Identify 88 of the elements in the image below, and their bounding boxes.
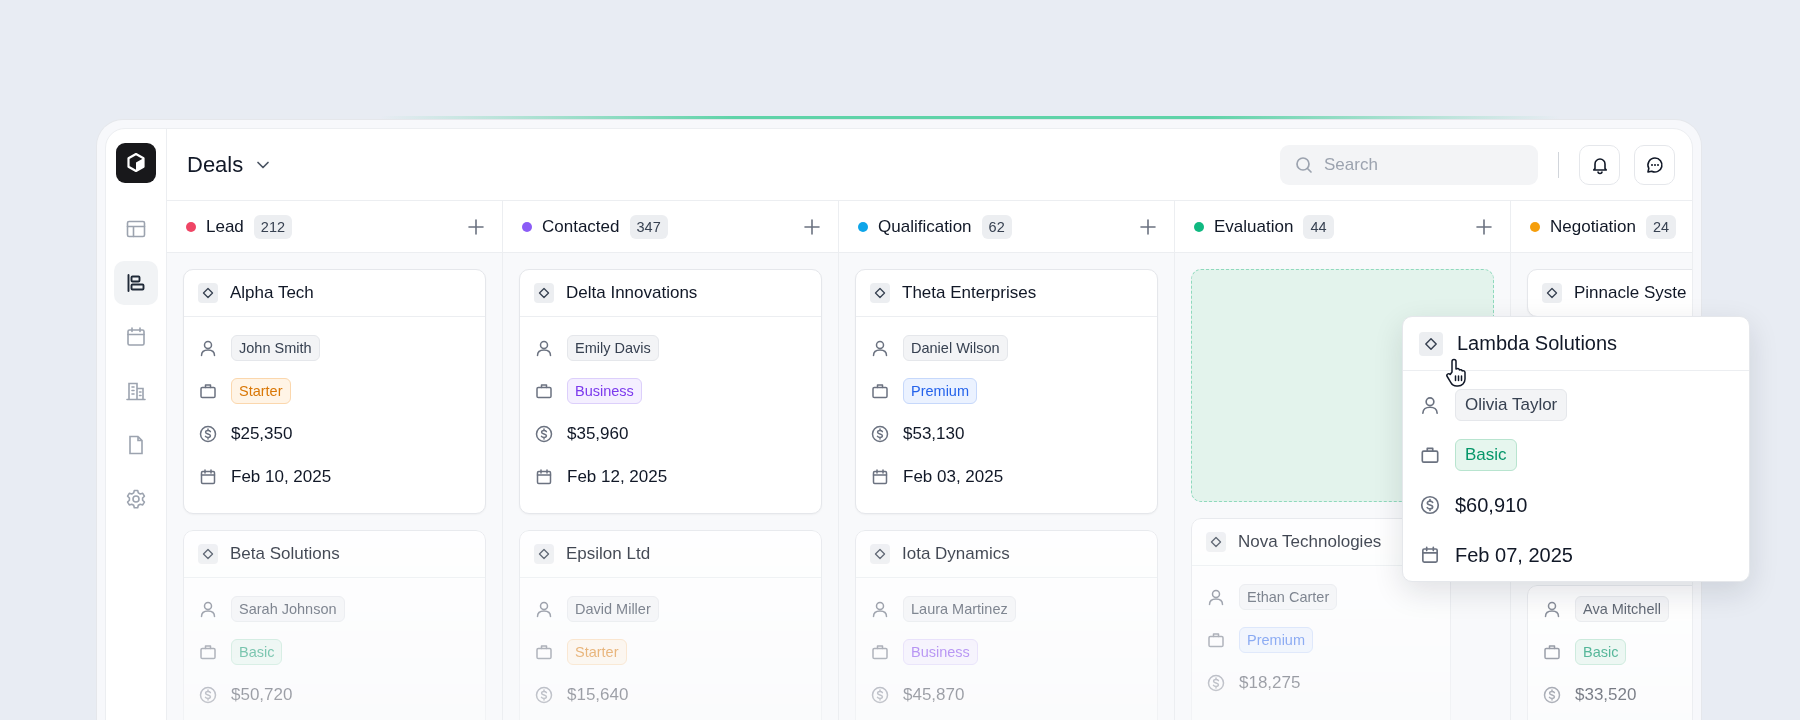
plus-icon — [802, 216, 822, 237]
contact-chip: David Miller — [567, 595, 659, 622]
deal-card[interactable]: Iota Dynamics Laura Martinez Business $45,870 — [855, 530, 1158, 720]
deal-amount: $15,640 — [567, 684, 629, 705]
notifications-button[interactable] — [1579, 144, 1620, 185]
deal-card[interactable]: Delta Innovations Emily Davis Business $35,960 Feb 12, 2025 — [519, 269, 822, 514]
contact-chip: John Smith — [231, 334, 320, 361]
plan-tag: Basic — [1575, 638, 1627, 665]
count-badge: 24 — [1646, 214, 1677, 239]
calendar-icon — [534, 466, 554, 487]
plan-tag: Business — [903, 638, 978, 665]
calendar-icon — [198, 466, 218, 487]
deal-amount: $50,720 — [231, 684, 293, 705]
dollar-icon — [1206, 672, 1226, 693]
dollar-icon — [1419, 494, 1441, 516]
plan-tag: Basic — [1455, 439, 1517, 471]
deal-amount: $35,960 — [567, 423, 629, 444]
deal-amount: $53,130 — [903, 423, 965, 444]
deal-amount: $33,520 — [1575, 684, 1637, 705]
plan-tag: Starter — [567, 638, 627, 665]
deal-card[interactable]: Pinnacle Syste — [1527, 269, 1692, 317]
count-badge: 62 — [981, 214, 1012, 239]
deal-date: Feb 03, 2025 — [903, 466, 1004, 487]
cube-logo — [116, 143, 156, 183]
deal-title: Delta Innovations — [566, 283, 698, 303]
column-title: Contacted — [542, 216, 620, 237]
contact-chip: Daniel Wilson — [903, 334, 1008, 361]
count-badge: 347 — [629, 214, 668, 239]
deal-title: Iota Dynamics — [902, 544, 1010, 564]
person-icon — [1419, 394, 1441, 416]
plan-tag: Basic — [231, 638, 283, 665]
column-title: Lead — [206, 216, 244, 237]
deal-title: Nova Technologies — [1238, 532, 1382, 552]
contact-chip: Emily Davis — [567, 334, 659, 361]
calendar-icon — [870, 466, 890, 487]
column-title: Negotiation — [1550, 216, 1636, 237]
contact-chip: Sarah Johnson — [231, 595, 345, 622]
plus-icon — [1474, 216, 1494, 237]
deal-card[interactable]: Nova Technologies Ethan Carter Premium $18,275 — [1191, 518, 1451, 720]
plan-tag: Premium — [903, 377, 977, 404]
search-icon — [1294, 154, 1314, 175]
deal-title: Theta Enterprises — [902, 283, 1037, 303]
chat-bubble-icon — [1644, 154, 1665, 175]
settings-icon — [124, 487, 148, 511]
plan-tag: Premium — [1239, 626, 1313, 653]
sidebar-item[interactable] — [114, 261, 158, 305]
dollar-icon — [198, 684, 218, 705]
messages-button[interactable] — [1634, 144, 1675, 185]
deal-amount: $60,910 — [1455, 493, 1528, 517]
deal-date: Feb 10, 2025 — [231, 466, 332, 487]
dollar-icon — [870, 423, 890, 444]
plus-icon — [466, 216, 486, 237]
contact-chip: Ethan Carter — [1239, 583, 1338, 610]
deal-card[interactable]: Epsilon Ltd David Miller Starter $15,640 — [519, 530, 822, 720]
deal-card[interactable]: Alpha Tech John Smith Starter $25,350 Feb 10, 2025 — [183, 269, 486, 514]
plus-icon — [1138, 216, 1158, 237]
dollar-icon — [198, 423, 218, 444]
search-field[interactable]: Search — [1280, 144, 1538, 185]
deal-title: Alpha Tech — [230, 283, 314, 303]
deal-card[interactable]: Theta Enterprises Daniel Wilson Premium $53,130 Feb 03, 2025 — [855, 269, 1158, 514]
dollar-icon — [870, 684, 890, 705]
dollar-icon — [1542, 684, 1562, 705]
calendar-icon — [1419, 544, 1441, 566]
plan-tag: Business — [567, 377, 642, 404]
deal-title: Pinnacle Syste — [1574, 283, 1687, 303]
deal-amount: $25,350 — [231, 423, 293, 444]
deal-title: Lambda Solutions — [1457, 332, 1618, 355]
deal-amount: $45,870 — [903, 684, 965, 705]
plan-tag: Starter — [231, 377, 291, 404]
deal-date: Feb 12, 2025 — [567, 466, 668, 487]
dollar-icon — [534, 684, 554, 705]
dragged-deal-card[interactable]: Lambda Solutions Olivia Taylor Basic $60,910 Feb 07, 2025 — [1402, 316, 1750, 582]
count-badge: 212 — [253, 214, 293, 239]
board-title-dropdown[interactable]: Deals — [187, 151, 274, 178]
deal-amount: $18,275 — [1239, 672, 1301, 693]
deal-title: Beta Solutions — [230, 544, 340, 564]
deal-card[interactable]: Ava Mitchell Basic $33,520 — [1527, 585, 1692, 720]
contact-chip: Olivia Taylor — [1455, 389, 1568, 421]
contact-chip: Ava Mitchell — [1575, 595, 1669, 622]
contact-chip: Laura Martinez — [903, 595, 1016, 622]
dollar-icon — [534, 423, 554, 444]
deal-date: Feb 07, 2025 — [1455, 543, 1573, 567]
calendar-icon — [124, 325, 148, 349]
column-title: Evaluation — [1214, 216, 1294, 237]
deal-card[interactable]: Beta Solutions Sarah Johnson Basic $50,720 — [183, 530, 486, 720]
deal-title: Epsilon Ltd — [566, 544, 651, 564]
column-title: Qualification — [878, 216, 972, 237]
count-badge: 44 — [1303, 214, 1334, 239]
